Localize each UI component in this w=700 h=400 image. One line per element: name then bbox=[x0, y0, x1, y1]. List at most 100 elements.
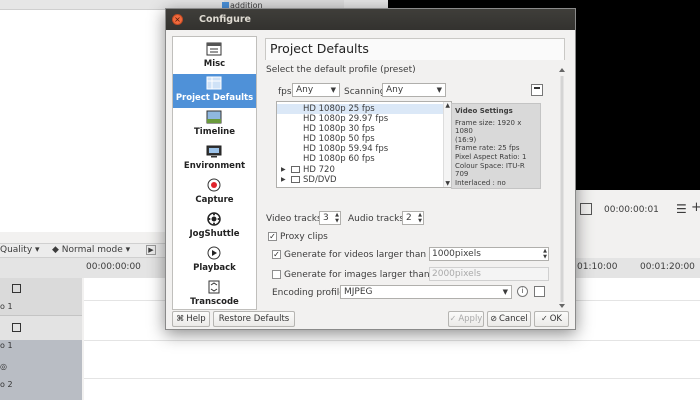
sidebar-item-environment[interactable]: Environment bbox=[173, 142, 256, 176]
edit-mode-dropdown[interactable]: ◆ Normal mode ▾ bbox=[52, 245, 130, 255]
help-button[interactable]: ⌘ Help bbox=[172, 311, 210, 327]
proxy-clips-label: Proxy clips bbox=[280, 232, 328, 242]
environment-icon bbox=[206, 145, 222, 158]
profile-item[interactable]: HD 1080p 25 fps bbox=[277, 104, 443, 114]
add-icon[interactable]: + bbox=[691, 201, 700, 214]
video-tracks-spinbox[interactable]: 3 ▲ ▼ bbox=[319, 211, 341, 225]
monitor-timecode[interactable]: 00:00:00:01 bbox=[604, 205, 659, 215]
content-scrollbar[interactable] bbox=[559, 68, 565, 308]
chevron-down-icon: ▼ bbox=[436, 86, 442, 94]
check-icon: ✓ bbox=[449, 314, 457, 323]
sidebar-item-label: Playback bbox=[193, 263, 236, 273]
misc-icon bbox=[206, 42, 222, 56]
generate-videos-label: Generate for videos larger than bbox=[284, 250, 427, 260]
profile-tree[interactable]: HD 1080p 25 fps HD 1080p 29.97 fps HD 10… bbox=[276, 101, 452, 188]
jogshuttle-icon bbox=[207, 212, 221, 226]
ok-button[interactable]: ✓ OK bbox=[534, 311, 569, 327]
menu-icon[interactable]: ☰ bbox=[676, 203, 687, 215]
sidebar-item-label: Transcode bbox=[190, 297, 239, 307]
track-divider bbox=[84, 378, 700, 379]
generate-images-label: Generate for images larger than bbox=[284, 270, 430, 280]
audio-tracks-spinbox[interactable]: 2 ▲ ▼ bbox=[402, 211, 424, 225]
video-setting-line: Frame size: 1920 x 1080 bbox=[455, 118, 522, 136]
playback-icon bbox=[207, 246, 221, 260]
proxy-clips-checkbox[interactable]: ✓ bbox=[268, 232, 277, 241]
quality-dropdown[interactable]: Quality ▾ bbox=[0, 245, 40, 255]
generate-videos-checkbox[interactable]: ✓ bbox=[272, 250, 281, 259]
sidebar-item-project-defaults[interactable]: Project Defaults bbox=[173, 74, 256, 108]
profile-tree-scrollbar[interactable]: ▲ ▼ bbox=[443, 102, 451, 187]
sidebar-item-label: Timeline bbox=[194, 127, 235, 137]
info-icon[interactable]: i bbox=[517, 286, 528, 297]
profile-group-hd720[interactable]: ▶ HD 720 bbox=[277, 165, 443, 175]
spin-arrows-icon[interactable]: ▲ ▼ bbox=[335, 212, 339, 224]
video-tracks-label: Video tracks bbox=[266, 214, 322, 224]
manage-profiles-icon[interactable] bbox=[531, 84, 543, 96]
expand-arrow-icon[interactable]: ▶ bbox=[281, 165, 286, 175]
track-visibility-icon[interactable] bbox=[12, 323, 21, 332]
transcode-icon bbox=[208, 280, 220, 294]
cancel-button[interactable]: ⊘ Cancel bbox=[487, 311, 531, 327]
fps-label: fps bbox=[278, 87, 292, 97]
configure-dialog: × Configure Misc Project Defaults Timeli… bbox=[165, 8, 576, 330]
video-setting-line: (16:9) bbox=[455, 135, 477, 144]
dialog-title: Configure bbox=[199, 14, 251, 25]
apply-button[interactable]: ✓ Apply bbox=[448, 311, 484, 327]
sidebar-item-transcode[interactable]: Transcode bbox=[173, 278, 256, 309]
profile-item[interactable]: HD 1080p 60 fps bbox=[277, 154, 443, 164]
cancel-icon: ⊘ bbox=[490, 314, 497, 323]
sidebar-item-jogshuttle[interactable]: JogShuttle bbox=[173, 210, 256, 244]
page-title: Project Defaults bbox=[265, 38, 565, 60]
sidebar-item-label: Capture bbox=[195, 195, 234, 205]
sidebar-item-label: JogShuttle bbox=[189, 229, 240, 239]
profile-item[interactable]: HD 1080p 29.97 fps bbox=[277, 114, 443, 124]
video-size-threshold-spinbox[interactable]: 1000pixels ▲ ▼ bbox=[429, 247, 549, 261]
profile-item[interactable]: HD 1080p 30 fps bbox=[277, 124, 443, 134]
project-defaults-page: Project Defaults Select the default prof… bbox=[262, 36, 571, 311]
close-icon[interactable]: × bbox=[172, 14, 183, 25]
sidebar-item-misc[interactable]: Misc bbox=[173, 40, 256, 74]
generate-images-checkbox[interactable] bbox=[272, 270, 281, 279]
spin-arrows-icon[interactable]: ▲ ▼ bbox=[418, 212, 422, 224]
help-icon: ⌘ bbox=[176, 314, 185, 323]
track-audio-icon[interactable]: ◎ bbox=[0, 362, 7, 371]
encoding-profile-dropdown[interactable]: MJPEG ▼ bbox=[340, 285, 512, 299]
audio-tracks-label: Audio tracks bbox=[348, 214, 405, 224]
video-settings-title: Video Settings bbox=[455, 107, 513, 115]
sidebar-item-capture[interactable]: Capture bbox=[173, 176, 256, 210]
track-label: o 1 bbox=[0, 341, 13, 350]
ruler-timecode-end: 00:01:20:00 bbox=[640, 262, 695, 272]
scroll-up-icon[interactable]: ▲ bbox=[445, 102, 450, 109]
profile-item[interactable]: HD 1080p 50 fps bbox=[277, 134, 443, 144]
crop-icon[interactable] bbox=[580, 203, 592, 215]
image-size-threshold-spinbox[interactable]: 2000pixels bbox=[429, 267, 549, 281]
play-icon[interactable]: ▶ bbox=[146, 245, 156, 255]
ruler-timecode-start: 00:00:00:00 bbox=[86, 262, 141, 272]
track-label: o 1 bbox=[0, 302, 13, 311]
sidebar-item-timeline[interactable]: Timeline bbox=[173, 108, 256, 142]
folder-icon bbox=[291, 176, 300, 183]
spin-arrows-icon[interactable]: ▲ ▼ bbox=[543, 248, 547, 260]
scanning-dropdown[interactable]: Any ▼ bbox=[382, 83, 446, 97]
sidebar-item-label: Environment bbox=[183, 161, 246, 171]
profile-group-sddvd[interactable]: ▶ SD/DVD bbox=[277, 175, 443, 185]
restore-defaults-button[interactable]: Restore Defaults bbox=[213, 311, 295, 327]
track-visibility-icon[interactable] bbox=[12, 284, 21, 293]
chevron-down-icon: ▼ bbox=[330, 86, 336, 94]
scanning-label: Scanning bbox=[344, 87, 386, 97]
sidebar-item-playback[interactable]: Playback bbox=[173, 244, 256, 278]
check-icon: ✓ bbox=[541, 314, 548, 323]
profile-item[interactable]: HD 1080p 59.94 fps bbox=[277, 144, 443, 154]
scroll-down-icon[interactable]: ▼ bbox=[445, 180, 450, 187]
fps-dropdown[interactable]: Any ▼ bbox=[292, 83, 340, 97]
encoding-profile-label: Encoding profile bbox=[272, 288, 345, 298]
preset-label: Select the default profile (preset) bbox=[266, 65, 416, 75]
sidebar-item-label: Misc bbox=[203, 59, 226, 69]
dialog-titlebar[interactable]: × Configure bbox=[166, 9, 575, 30]
expand-arrow-icon[interactable]: ▶ bbox=[281, 175, 286, 185]
track-divider bbox=[84, 340, 700, 341]
settings-sidebar: Misc Project Defaults Timeline Environme… bbox=[172, 36, 257, 310]
capture-icon bbox=[207, 178, 221, 192]
project-defaults-icon bbox=[206, 76, 222, 90]
edit-profile-icon[interactable] bbox=[534, 286, 545, 297]
